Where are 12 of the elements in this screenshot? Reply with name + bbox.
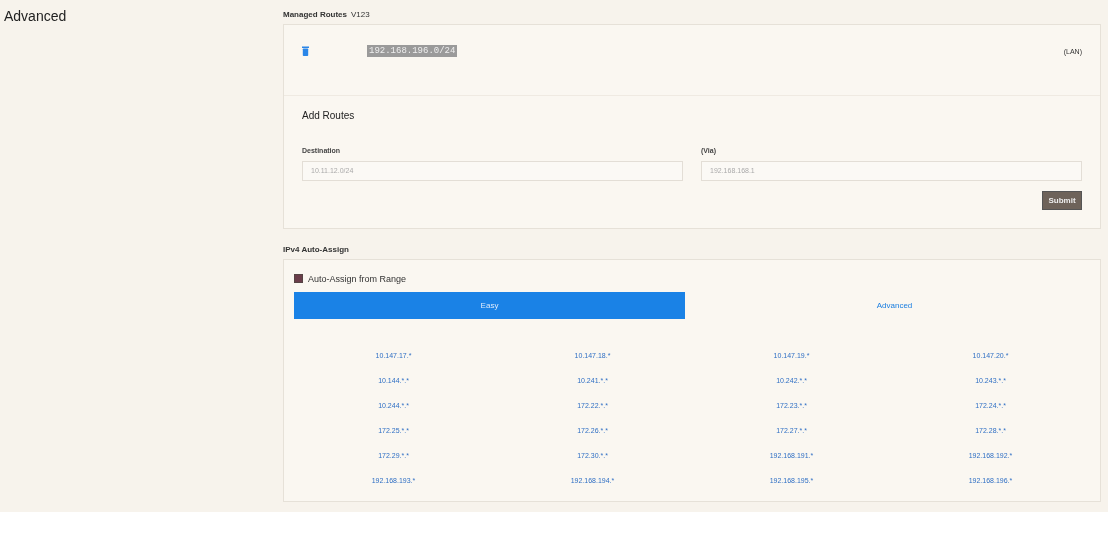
submit-button[interactable]: Submit [1042, 190, 1082, 210]
section-count: V123 [351, 10, 370, 19]
route-target: 192.168.196.0/24 [367, 45, 458, 57]
section-title: Managed Routes [283, 10, 347, 19]
tab[interactable]: Easy [294, 291, 685, 319]
checkbox[interactable] [294, 274, 303, 283]
form-title: Add Routes [302, 110, 356, 121]
tab[interactable]: Advanced [699, 291, 1090, 319]
trash-icon[interactable] [302, 46, 309, 56]
section-title: IPv4 Auto-Assign [283, 244, 349, 254]
page-title: Advanced [4, 8, 67, 24]
checkbox-label: Auto-Assign from Range [308, 273, 407, 284]
